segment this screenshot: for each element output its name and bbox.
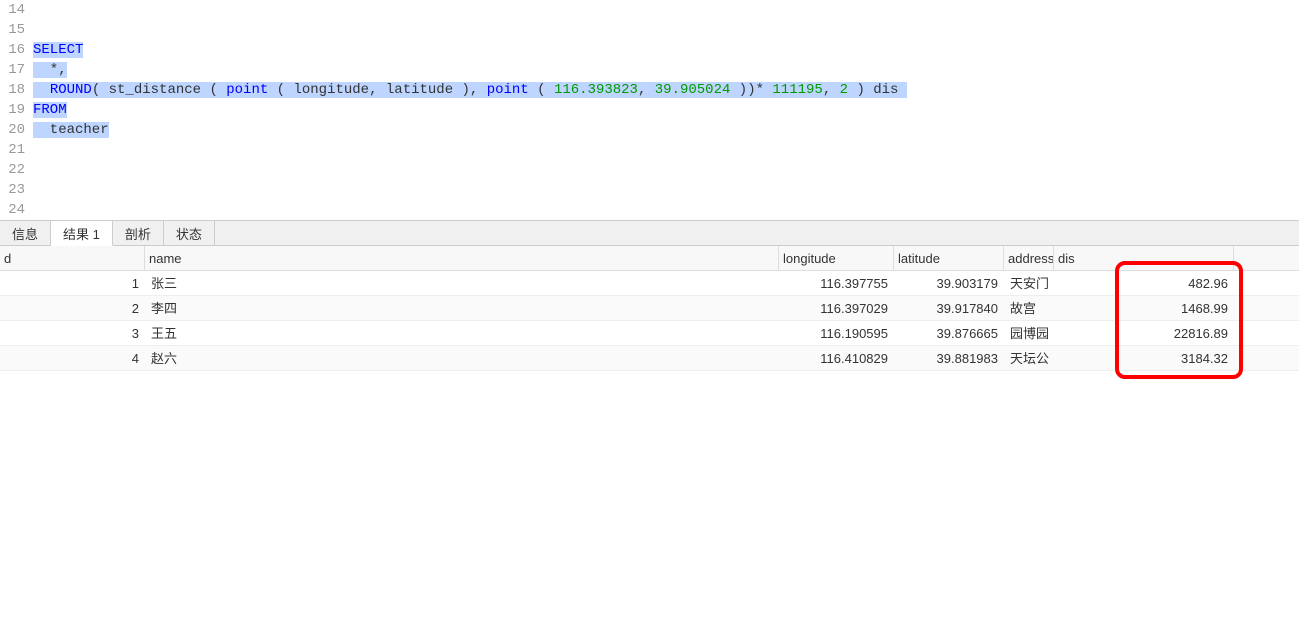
line-number: 21 [0, 140, 33, 160]
line-content[interactable]: teacher [33, 120, 1299, 140]
col-header-name[interactable]: name [145, 246, 779, 270]
cell-latitude[interactable]: 39.903179 [894, 271, 1004, 295]
line-content[interactable]: SELECT [33, 40, 1299, 60]
cell-id[interactable]: 1 [0, 271, 145, 295]
code-line[interactable]: 22 [0, 160, 1299, 180]
cell-longitude[interactable]: 116.410829 [779, 346, 894, 370]
cell-dis[interactable]: 3184.32 [1054, 346, 1234, 370]
line-number: 14 [0, 0, 33, 20]
table-row[interactable]: 4赵六116.41082939.881983天坛公3184.32 [0, 346, 1299, 371]
cell-address[interactable]: 天安门 [1004, 271, 1054, 295]
line-number: 17 [0, 60, 33, 80]
results-body: 1张三116.39775539.903179天安门482.962李四116.39… [0, 271, 1299, 371]
line-number: 22 [0, 160, 33, 180]
table-row[interactable]: 3王五116.19059539.876665园博园22816.89 [0, 321, 1299, 346]
code-line[interactable]: 19FROM [0, 100, 1299, 120]
code-line[interactable]: 18 ROUND( st_distance ( point ( longitud… [0, 80, 1299, 100]
cell-id[interactable]: 3 [0, 321, 145, 345]
cell-longitude[interactable]: 116.397029 [779, 296, 894, 320]
col-header-longitude[interactable]: longitude [779, 246, 894, 270]
cell-id[interactable]: 4 [0, 346, 145, 370]
table-row[interactable]: 2李四116.39702939.917840故宫1468.99 [0, 296, 1299, 321]
table-row[interactable]: 1张三116.39775539.903179天安门482.96 [0, 271, 1299, 296]
line-content[interactable] [33, 20, 1299, 40]
line-content[interactable] [33, 140, 1299, 160]
sql-editor[interactable]: 141516SELECT17 *,18 ROUND( st_distance (… [0, 0, 1299, 220]
col-header-dis[interactable]: dis [1054, 246, 1234, 270]
cell-address[interactable]: 园博园 [1004, 321, 1054, 345]
cell-longitude[interactable]: 116.397755 [779, 271, 894, 295]
line-number: 16 [0, 40, 33, 60]
code-line[interactable]: 24 [0, 200, 1299, 220]
code-line[interactable]: 20 teacher [0, 120, 1299, 140]
results-grid[interactable]: d name longitude latitude address dis 1张… [0, 246, 1299, 371]
line-number: 15 [0, 20, 33, 40]
tab-profile[interactable]: 剖析 [113, 221, 164, 245]
results-tabs: 信息 结果 1 剖析 状态 [0, 220, 1299, 246]
code-line[interactable]: 16SELECT [0, 40, 1299, 60]
code-line[interactable]: 14 [0, 0, 1299, 20]
line-number: 18 [0, 80, 33, 100]
code-line[interactable]: 23 [0, 180, 1299, 200]
line-number: 24 [0, 200, 33, 220]
cell-dis[interactable]: 22816.89 [1054, 321, 1234, 345]
cell-latitude[interactable]: 39.881983 [894, 346, 1004, 370]
code-line[interactable]: 17 *, [0, 60, 1299, 80]
cell-address[interactable]: 天坛公 [1004, 346, 1054, 370]
cell-name[interactable]: 赵六 [145, 346, 779, 370]
col-header-address[interactable]: address [1004, 246, 1054, 270]
code-line[interactable]: 21 [0, 140, 1299, 160]
line-content[interactable] [33, 0, 1299, 20]
tab-result1[interactable]: 结果 1 [51, 221, 113, 246]
cell-dis[interactable]: 482.96 [1054, 271, 1234, 295]
results-header-row: d name longitude latitude address dis [0, 246, 1299, 271]
cell-latitude[interactable]: 39.917840 [894, 296, 1004, 320]
code-line[interactable]: 15 [0, 20, 1299, 40]
cell-address[interactable]: 故宫 [1004, 296, 1054, 320]
col-header-id[interactable]: d [0, 246, 145, 270]
cell-id[interactable]: 2 [0, 296, 145, 320]
cell-longitude[interactable]: 116.190595 [779, 321, 894, 345]
cell-name[interactable]: 张三 [145, 271, 779, 295]
tab-status[interactable]: 状态 [164, 221, 215, 245]
line-content[interactable]: FROM [33, 100, 1299, 120]
line-content[interactable] [33, 160, 1299, 180]
line-number: 19 [0, 100, 33, 120]
cell-latitude[interactable]: 39.876665 [894, 321, 1004, 345]
line-content[interactable]: *, [33, 60, 1299, 80]
cell-dis[interactable]: 1468.99 [1054, 296, 1234, 320]
line-number: 23 [0, 180, 33, 200]
cell-name[interactable]: 王五 [145, 321, 779, 345]
line-content[interactable] [33, 200, 1299, 220]
col-header-latitude[interactable]: latitude [894, 246, 1004, 270]
tab-info[interactable]: 信息 [0, 221, 51, 245]
line-content[interactable]: ROUND( st_distance ( point ( longitude, … [33, 80, 1299, 100]
line-content[interactable] [33, 180, 1299, 200]
cell-name[interactable]: 李四 [145, 296, 779, 320]
line-number: 20 [0, 120, 33, 140]
